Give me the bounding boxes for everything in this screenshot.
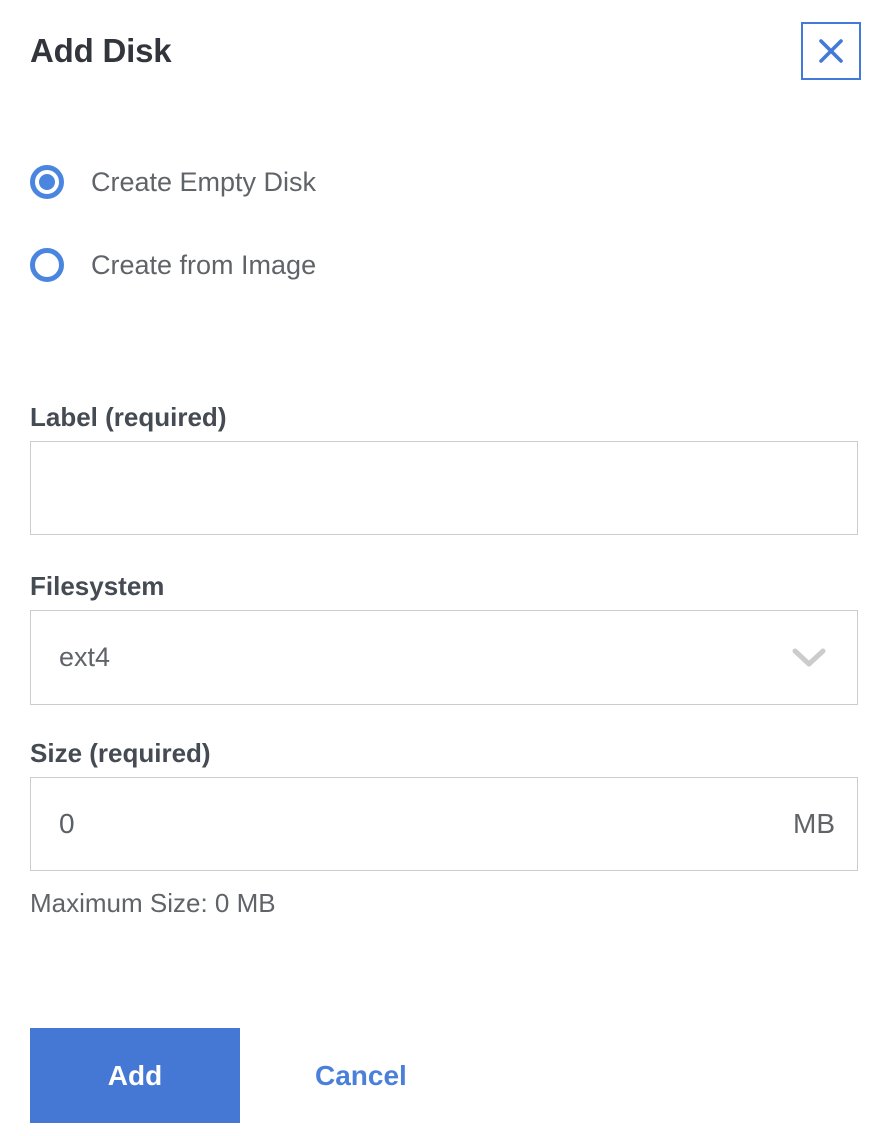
close-icon xyxy=(817,37,845,65)
label-field-group: Label (required) xyxy=(30,402,858,535)
size-field-group: Size (required) MB Maximum Size: 0 MB xyxy=(30,738,858,919)
size-unit-label: MB xyxy=(793,808,835,839)
max-size-helper-text: Maximum Size: 0 MB xyxy=(30,888,276,918)
filesystem-field-group: Filesystem ext4 xyxy=(30,571,858,705)
filesystem-select[interactable]: ext4 xyxy=(30,610,858,705)
radio-unselected-icon xyxy=(30,248,64,282)
size-input-wrap: MB xyxy=(30,777,858,871)
radio-create-empty-disk[interactable]: Create Empty Disk xyxy=(30,165,316,199)
form-area: Label (required) Filesystem ext4 Size (r… xyxy=(30,402,858,919)
disk-mode-radio-group: Create Empty Disk Create from Image xyxy=(30,165,858,282)
action-buttons: Add Cancel xyxy=(30,1028,407,1123)
close-button[interactable] xyxy=(801,22,861,80)
radio-create-from-image[interactable]: Create from Image xyxy=(30,248,316,282)
radio-label: Create from Image xyxy=(91,249,317,280)
modal-title: Add Disk xyxy=(30,32,172,69)
chevron-down-icon xyxy=(791,647,827,669)
add-disk-modal: Add Disk Create Empty Disk Create from I… xyxy=(0,0,880,1136)
add-button[interactable]: Add xyxy=(30,1028,240,1123)
size-field-label: Size (required) xyxy=(30,738,211,768)
radio-selected-icon xyxy=(30,165,64,199)
filesystem-selected-value: ext4 xyxy=(59,642,111,672)
filesystem-field-label: Filesystem xyxy=(30,571,165,601)
size-input[interactable] xyxy=(31,778,793,870)
cancel-button[interactable]: Cancel xyxy=(315,1060,407,1092)
label-input[interactable] xyxy=(30,441,858,535)
label-field-label: Label (required) xyxy=(30,402,227,432)
radio-label: Create Empty Disk xyxy=(91,166,317,197)
